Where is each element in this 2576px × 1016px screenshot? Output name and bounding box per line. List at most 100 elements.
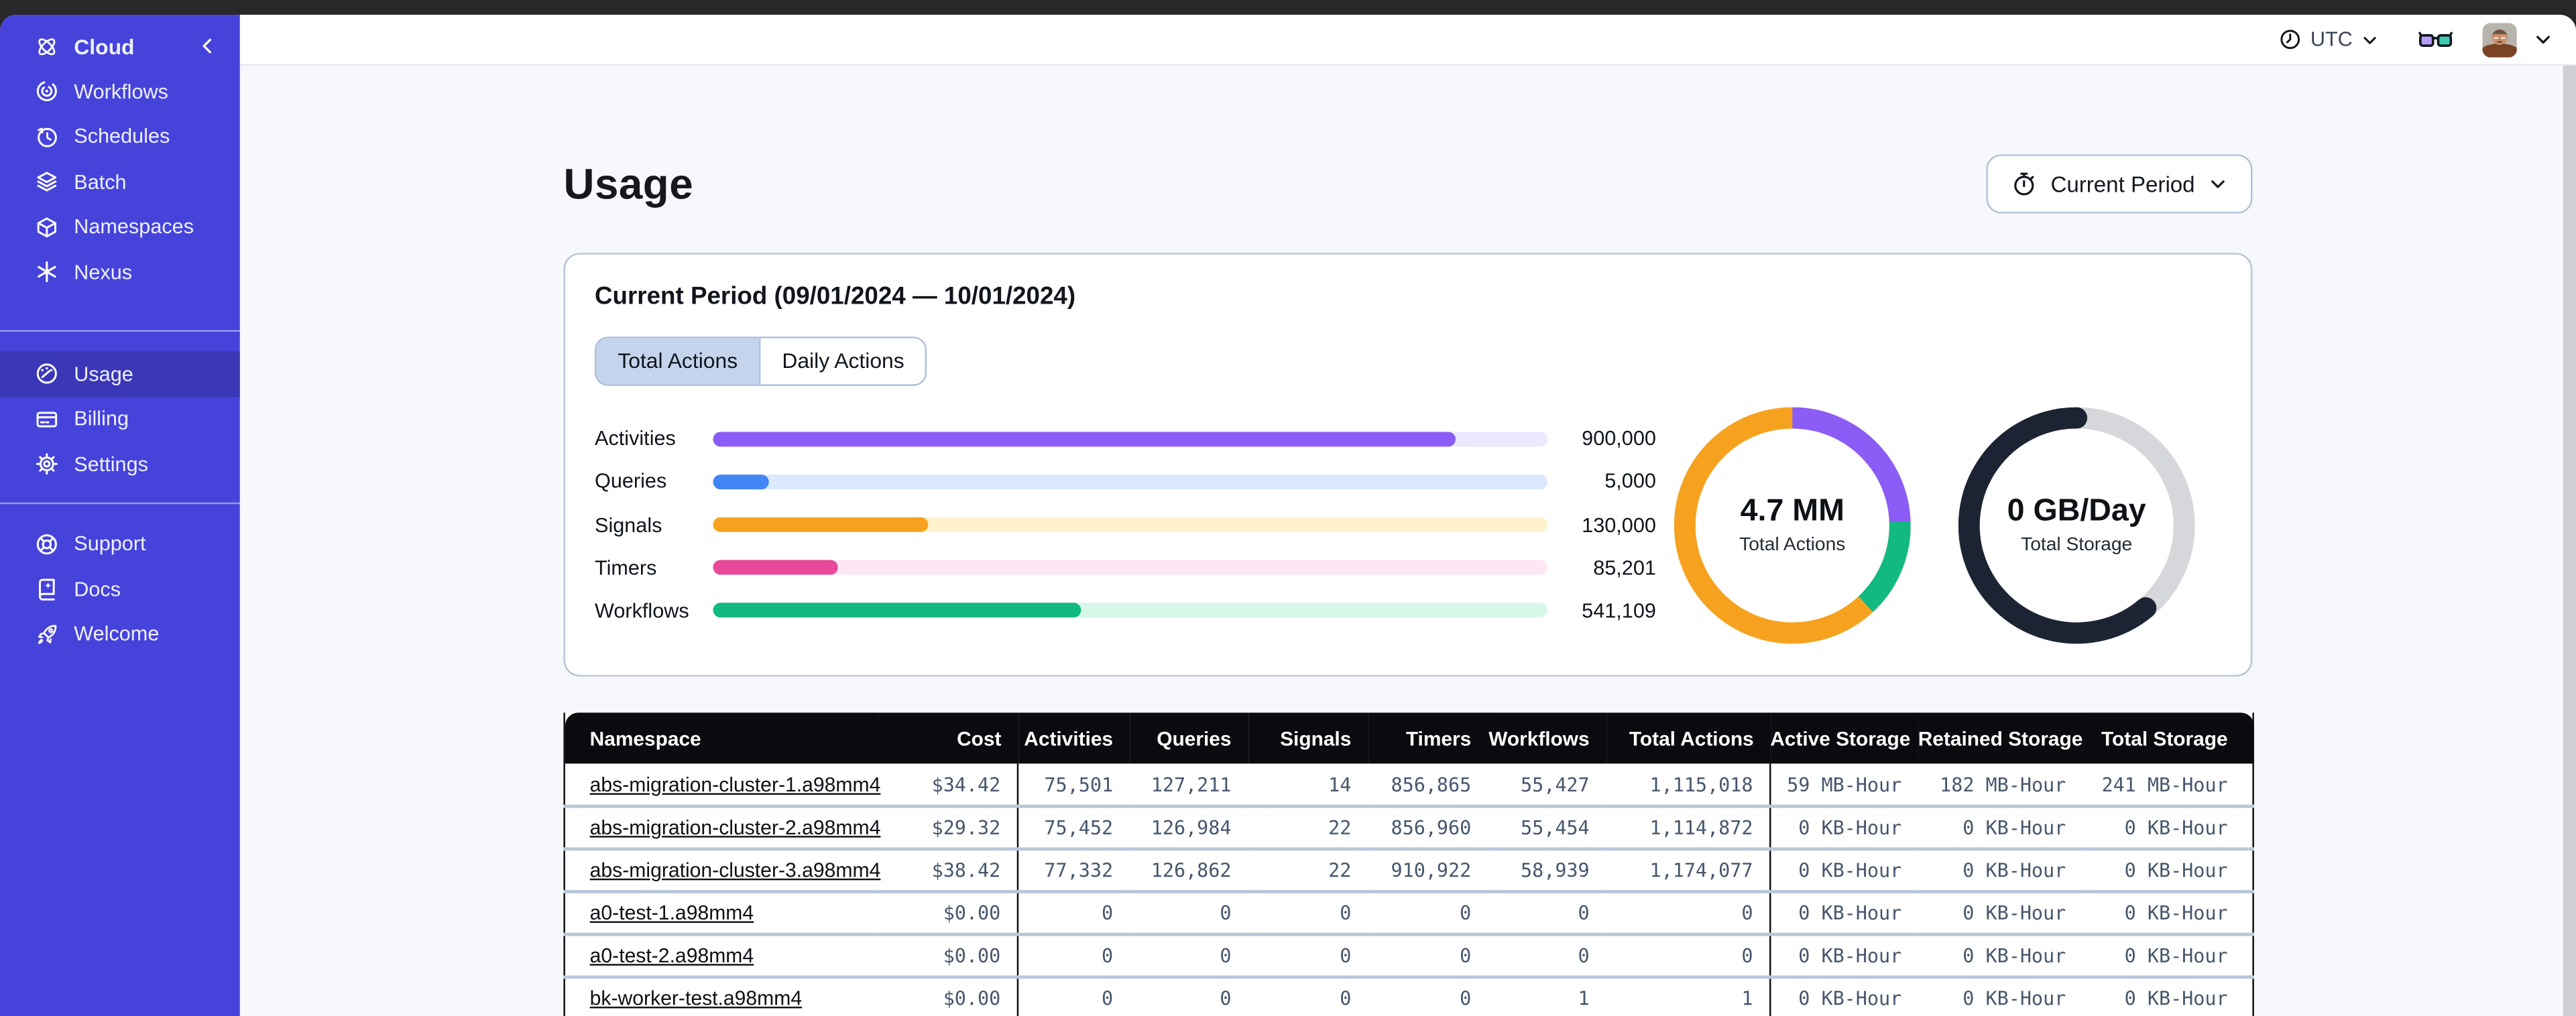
- sidebar-item-schedules[interactable]: Schedules: [0, 114, 240, 159]
- sidebar-item-label: Schedules: [74, 125, 170, 149]
- namespace-link[interactable]: a0-test-1.a98mm4: [590, 901, 754, 924]
- chevron-down-icon: [2361, 30, 2379, 48]
- bar-value: 900,000: [1582, 427, 1656, 450]
- sidebar-item-usage[interactable]: Usage: [0, 351, 240, 397]
- sidebar-item-billing[interactable]: Billing: [0, 397, 240, 442]
- cell-activities: 0: [1016, 891, 1130, 936]
- sidebar-item-nexus[interactable]: Nexus: [0, 249, 240, 294]
- cell-active-storage: 0 KB-Hour: [1769, 976, 1918, 1016]
- bar-value: 5,000: [1604, 470, 1656, 493]
- cell-total-actions: 0: [1606, 934, 1771, 979]
- cell-retained-storage: 182 MB-Hour: [1918, 763, 2083, 808]
- namespace-link[interactable]: a0-test-2.a98mm4: [590, 944, 754, 967]
- timezone-label: UTC: [2310, 27, 2353, 51]
- cell-signals: 0: [1248, 934, 1368, 979]
- namespace-link[interactable]: abs-migration-cluster-3.a98mm4: [590, 859, 881, 882]
- cell-active-storage: 0 KB-Hour: [1769, 891, 1918, 936]
- cell-signals: 22: [1248, 806, 1368, 851]
- col-header-workflows: Workflows: [1487, 712, 1606, 764]
- namespace-usage-table: Namespace Cost Activities Queries Signal…: [563, 712, 2254, 1016]
- schedules-icon: [34, 125, 59, 149]
- cell-active-storage: 0 KB-Hour: [1769, 934, 1918, 979]
- sidebar-item-label: Welcome: [74, 623, 160, 646]
- cell-activities: 75,501: [1016, 763, 1130, 808]
- bar-row-signals: Signals 130,000: [595, 503, 1656, 546]
- sidebar-item-label: Usage: [74, 362, 133, 386]
- bar-track: [713, 474, 1548, 489]
- sidebar-item-docs[interactable]: Docs: [0, 566, 240, 611]
- sidebar-item-namespaces[interactable]: Namespaces: [0, 204, 240, 249]
- cell-queries: 127,211: [1129, 763, 1248, 808]
- cell-queries: 0: [1129, 976, 1248, 1016]
- current-period-card: Current Period (09/01/2024 — 10/01/2024)…: [563, 253, 2253, 677]
- period-selector-button[interactable]: Current Period: [1986, 154, 2253, 214]
- cell-workflows: 0: [1487, 934, 1606, 979]
- cell-active-storage: 0 KB-Hour: [1769, 848, 1918, 893]
- bar-label: Queries: [595, 470, 667, 493]
- total-actions-donut: 4.7 MM Total Actions: [1674, 406, 1911, 643]
- bar-row-queries: Queries 5,000: [595, 460, 1656, 503]
- screen: Cloud Workflows Schedules Batch Namespac…: [0, 0, 2576, 1016]
- nerd-glasses-icon[interactable]: [2418, 27, 2453, 52]
- cell-signals: 0: [1248, 976, 1368, 1016]
- tab-daily-actions[interactable]: Daily Actions: [759, 338, 926, 384]
- bar-fill: [713, 431, 1456, 446]
- table-row: abs-migration-cluster-3.a98mm4 $38.42 77…: [564, 848, 2253, 893]
- user-menu-chevron-icon[interactable]: [2533, 29, 2553, 49]
- cell-queries: 0: [1129, 891, 1248, 936]
- tab-total-actions[interactable]: Total Actions: [596, 338, 760, 384]
- namespace-link[interactable]: abs-migration-cluster-2.a98mm4: [590, 816, 881, 839]
- col-header-queries: Queries: [1129, 712, 1248, 764]
- namespace-link[interactable]: bk-worker-test.a98mm4: [590, 987, 802, 1010]
- cell-timers: 0: [1367, 976, 1488, 1016]
- page-title: Usage: [563, 158, 694, 208]
- cell-active-storage: 0 KB-Hour: [1769, 806, 1918, 851]
- bar-fill: [713, 603, 1081, 619]
- actions-tab-group: Total Actions Daily Actions: [595, 336, 928, 385]
- cell-signals: 22: [1248, 848, 1368, 893]
- cell-signals: 14: [1248, 763, 1368, 808]
- bar-row-timers: Timers 85,201: [595, 546, 1656, 589]
- sidebar-collapse-icon[interactable]: [197, 36, 217, 56]
- sidebar-item-workflows[interactable]: Workflows: [0, 69, 240, 114]
- cell-total-actions: 1,114,872: [1606, 806, 1771, 851]
- cell-total-actions: 1: [1606, 976, 1771, 1016]
- timezone-selector[interactable]: UTC: [2279, 28, 2379, 51]
- sidebar-item-label: Nexus: [74, 260, 133, 284]
- cell-cost: $0.00: [876, 891, 1018, 936]
- col-header-total-actions: Total Actions: [1606, 712, 1771, 764]
- total-actions-value: 4.7 MM: [1740, 494, 1845, 529]
- bar-value: 541,109: [1582, 599, 1656, 623]
- cell-total-actions: 1,115,018: [1606, 763, 1771, 808]
- bar-track: [713, 560, 1548, 576]
- scrollbar[interactable]: [2563, 66, 2576, 1016]
- cell-activities: 0: [1016, 976, 1130, 1016]
- sidebar-item-label: Support: [74, 532, 146, 556]
- sidebar-item-settings[interactable]: Settings: [0, 442, 240, 487]
- workflows-icon: [34, 79, 59, 104]
- sidebar-item-batch[interactable]: Batch: [0, 160, 240, 204]
- sidebar-account-nav: Usage Billing Settings: [0, 351, 240, 487]
- cell-total-storage: 0 KB-Hour: [2082, 976, 2253, 1016]
- col-header-activities: Activities: [1017, 712, 1130, 764]
- bar-fill: [713, 560, 839, 576]
- table-row: abs-migration-cluster-2.a98mm4 $29.32 75…: [564, 806, 2253, 851]
- namespace-link[interactable]: abs-migration-cluster-1.a98mm4: [590, 773, 881, 796]
- period-selector-label: Current Period: [2050, 172, 2195, 196]
- sidebar-item-welcome[interactable]: Welcome: [0, 612, 240, 657]
- bar-track: [713, 517, 1548, 532]
- bar-label: Timers: [595, 556, 657, 580]
- cell-total-storage: 0 KB-Hour: [2082, 934, 2253, 979]
- col-header-cost: Cost: [876, 712, 1018, 764]
- welcome-rocket-icon: [34, 622, 59, 647]
- sidebar-item-support[interactable]: Support: [0, 521, 240, 566]
- bar-label: Workflows: [595, 599, 689, 623]
- sidebar-divider: [0, 501, 240, 504]
- bar-track: [713, 431, 1548, 446]
- cell-retained-storage: 0 KB-Hour: [1918, 891, 2083, 936]
- cell-cost: $29.32: [876, 806, 1018, 851]
- chevron-down-icon: [2208, 174, 2227, 194]
- avatar[interactable]: [2482, 22, 2517, 57]
- col-header-active-storage: Active Storage: [1770, 712, 1918, 764]
- support-lifebuoy-icon: [34, 531, 59, 556]
